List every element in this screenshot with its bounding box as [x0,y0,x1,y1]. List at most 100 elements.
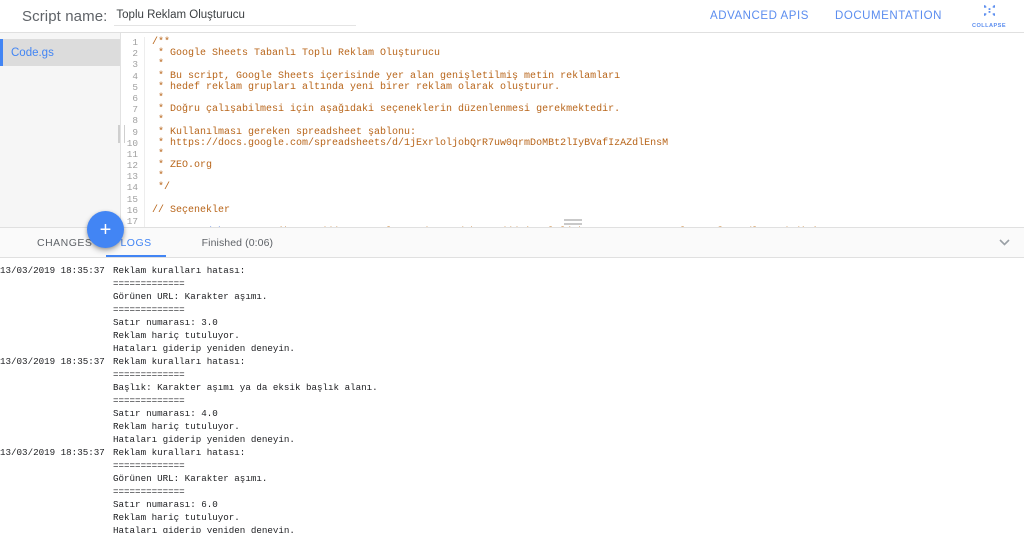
log-line: ============= [0,459,1024,472]
log-line: Başlık: Karakter aşımı ya da eksik başlı… [0,381,1024,394]
log-line: Reklam hariç tutuluyor. [0,420,1024,433]
line-number: 4 [132,70,138,82]
code-token: * Bu script, Google Sheets içerisinde ye… [152,70,621,82]
log-line: Satır numarası: 3.0 [0,316,1024,329]
log-line: Hataları giderip yeniden deneyin. [0,342,1024,355]
gutter-divider [144,81,145,93]
top-bar: Script name: Toplu Reklam Oluşturucu ADV… [0,0,1024,33]
code-line: 12 * ZEO.org [121,160,1024,172]
chevron-down-icon [998,239,1010,246]
code-token: * Google Sheets Tabanlı Toplu Reklam Olu… [152,48,441,60]
log-timestamp: 13/03/2019 18:35:37 [0,356,105,367]
collapse-label: COLLAPSE [971,22,1007,29]
collapse-panel-button[interactable] [984,228,1024,257]
advanced-apis-link[interactable]: ADVANCED APIS [710,10,809,22]
code-line-text: // Seçenekler [152,205,230,216]
code-token: * [152,92,165,104]
code-line-text: * Doğru çalışabilmesi için aşağıdaki seç… [152,104,620,115]
code-line: 6 * [121,92,1024,105]
line-number: 5 [132,81,138,93]
gutter-divider [144,182,145,194]
code-token: * ZEO.org [152,160,213,172]
code-line-text: * [152,149,164,160]
documentation-link[interactable]: DOCUMENTATION [835,10,942,22]
gutter-divider [144,104,145,116]
log-message: Hataları giderip yeniden deneyin. [113,434,295,445]
log-message: Reklam kuralları hatası: [113,356,246,367]
script-name-input[interactable]: Toplu Reklam Oluşturucu [114,7,357,26]
code-line: 1 /** [121,37,1024,49]
collapse-button[interactable]: COLLAPSE [968,4,1010,29]
add-file-button[interactable]: + [87,211,124,248]
log-message: ============= [113,395,185,406]
code-token: // Seçenekler [152,204,231,216]
editor-area: Code.gs + 1 /** 2 * Google Sheets Tabanlı … [0,33,1024,248]
collapse-icon [983,4,996,22]
line-number: 13 [126,171,138,183]
log-message: Başlık: Karakter aşımı ya da eksik başlı… [113,382,378,393]
code-line: 13 * [121,171,1024,183]
vertical-split-handle[interactable] [118,125,125,143]
tab-changes-label: CHANGES [37,236,93,249]
line-number: 11 [126,148,138,160]
line-number: 7 [132,104,138,116]
file-item-code-gs[interactable]: Code.gs [0,39,120,66]
code-line: 15 [121,193,1024,205]
gutter-divider [144,70,145,82]
code-line: 2 * Google Sheets Tabanlı Toplu Reklam O… [121,48,1024,60]
script-name-label: Script name: [22,7,108,25]
gutter-divider [144,171,145,183]
code-line-text: * ZEO.org [152,160,212,171]
line-number: 3 [132,59,138,71]
code-token: * [152,148,165,160]
log-message: Satır numarası: 3.0 [113,317,218,328]
code-line-text: * Kullanılması gereken spreadsheet şablo… [152,127,416,138]
log-timestamp: 13/03/2019 18:35:37 [0,265,105,276]
horizontal-split-handle[interactable] [121,217,1024,227]
plus-icon: + [99,218,112,241]
log-line: 13/03/2019 18:35:37 Reklam kuralları hata… [0,264,1024,277]
log-message: Reklam hariç tutuluyor. [113,512,240,523]
code-token: * [152,59,165,71]
log-output-panel[interactable]: 13/03/2019 18:35:37 Reklam kuralları hata… [0,258,1024,533]
gutter-divider [144,92,145,105]
log-line: Görünen URL: Karakter aşımı. [0,290,1024,303]
log-message: Reklam kuralları hatası: [113,265,246,276]
execution-status: Finished (0:06) [188,228,288,257]
log-line: 13/03/2019 18:35:37 Reklam kuralları hata… [0,355,1024,368]
log-message: Reklam hariç tutuluyor. [113,421,240,432]
log-message: Görünen URL: Karakter aşımı. [113,291,268,302]
log-message: Satır numarası: 6.0 [113,499,218,510]
log-line: ============= [0,368,1024,381]
log-line: ============= [0,485,1024,498]
code-line: 9 * Kullanılması gereken spreadsheet şab… [121,126,1024,138]
log-message: Hataları giderip yeniden deneyin. [113,525,295,533]
bottom-tabs-bar: CHANGES LOGS Finished (0:06) [0,227,1024,258]
gutter-divider [144,148,145,161]
log-message: Satır numarası: 4.0 [113,408,218,419]
log-message: ============= [113,278,185,289]
tabs-spacer [287,228,984,257]
gutter-divider [144,137,145,149]
line-number: 1 [132,37,138,48]
line-number: 16 [126,204,138,216]
code-line-text: * [152,171,164,182]
gutter-divider [144,48,145,60]
line-number: 12 [126,160,138,172]
code-line: 3 * [121,59,1024,71]
log-message: Reklam hariç tutuluyor. [113,330,240,341]
log-line: ============= [0,303,1024,316]
code-line-text: * [152,59,164,70]
code-line: 4 * Bu script, Google Sheets içerisinde … [121,70,1024,82]
log-message: ============= [113,486,185,497]
split-grip-line [123,125,125,143]
log-line: Hataları giderip yeniden deneyin. [0,433,1024,446]
code-token: * [152,171,165,183]
log-timestamp: 13/03/2019 18:35:37 [0,447,105,458]
code-editor[interactable]: 1 /** 2 * Google Sheets Tabanlı Toplu Rekl… [121,33,1024,227]
code-line-text: /** [152,37,170,48]
split-grip-icon [563,219,582,225]
gutter-divider [144,193,145,205]
code-token: * Doğru çalışabilmesi için aşağıdaki seç… [152,104,621,116]
code-line-text: * https://docs.google.com/spreadsheets/d… [152,138,668,149]
